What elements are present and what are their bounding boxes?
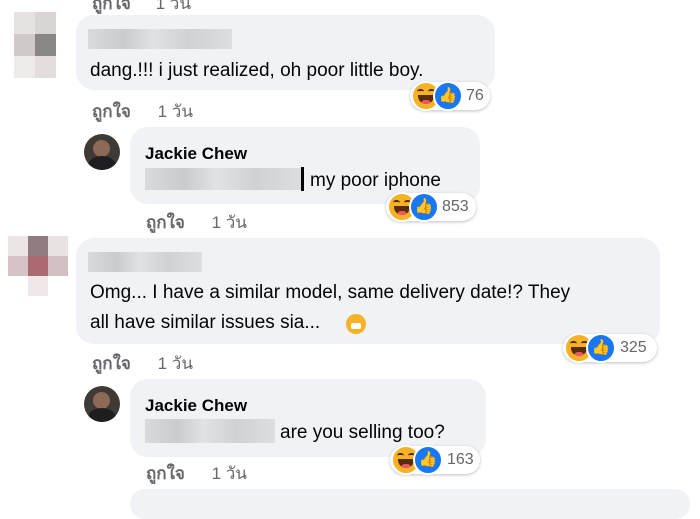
- reply-actions: ถูกใจ 1 วัน: [146, 460, 247, 487]
- comment-text: all have similar issues sia...: [90, 312, 321, 333]
- blurred-mention: [145, 419, 275, 443]
- like-action[interactable]: ถูกใจ: [92, 0, 131, 13]
- mention-divider: [301, 167, 304, 191]
- comment-text-line2: all have similar issues sia...: [90, 312, 320, 334]
- comment-actions: ถูกใจ 1 วัน: [92, 98, 193, 125]
- reply-actions: ถูกใจ 1 วัน: [146, 209, 247, 236]
- like-reaction-icon: 👍: [433, 81, 463, 111]
- like-action[interactable]: ถูกใจ: [146, 213, 185, 232]
- comment-text-line1: Omg... I have a similar model, same deli…: [90, 282, 571, 303]
- reaction-summary[interactable]: 👍 325: [563, 333, 657, 363]
- partial-next-bubble: [130, 489, 690, 519]
- comment-time: 1 วัน: [157, 102, 193, 121]
- comment-actions: ถูกใจ 1 วัน: [92, 350, 193, 377]
- reaction-count: 76: [466, 87, 484, 104]
- reaction-summary[interactable]: 👍 163: [390, 445, 480, 475]
- reply-author[interactable]: Jackie Chew: [145, 396, 247, 416]
- like-reaction-icon: 👍: [413, 445, 443, 475]
- like-action[interactable]: ถูกใจ: [92, 354, 131, 373]
- comment-time: 1 วัน: [211, 213, 247, 232]
- reply-text: my poor iphone: [310, 170, 441, 191]
- reaction-summary[interactable]: 👍 853: [386, 192, 476, 222]
- like-reaction-icon: 👍: [586, 333, 616, 363]
- reaction-count: 325: [620, 339, 647, 356]
- avatar[interactable]: [8, 236, 68, 296]
- emoji-icon: [346, 314, 366, 334]
- like-reaction-icon: 👍: [409, 192, 439, 222]
- avatar[interactable]: [84, 134, 120, 170]
- like-action[interactable]: ถูกใจ: [146, 464, 185, 483]
- reaction-count: 163: [447, 451, 474, 468]
- comment-time: 1 วัน: [155, 0, 191, 13]
- avatar[interactable]: [14, 12, 56, 78]
- reply-text: are you selling too?: [280, 422, 445, 443]
- blurred-mention: [145, 168, 303, 190]
- comment-time: 1 วัน: [211, 464, 247, 483]
- reply-author[interactable]: Jackie Chew: [145, 144, 247, 164]
- reaction-summary[interactable]: 👍 76: [410, 81, 490, 111]
- blurred-author-name: [88, 29, 232, 49]
- avatar[interactable]: [84, 386, 120, 422]
- reaction-count: 853: [442, 198, 469, 215]
- comment-text: dang.!!! i just realized, oh poor little…: [90, 60, 424, 81]
- comment-time: 1 วัน: [157, 354, 193, 373]
- blurred-author-name: [88, 252, 202, 272]
- like-action[interactable]: ถูกใจ: [92, 102, 131, 121]
